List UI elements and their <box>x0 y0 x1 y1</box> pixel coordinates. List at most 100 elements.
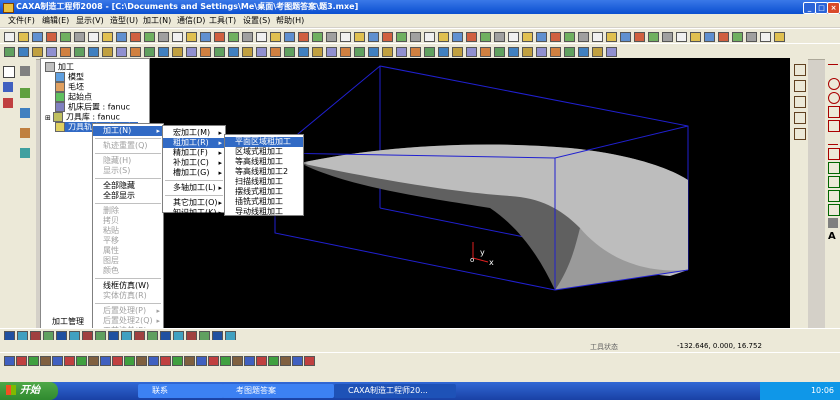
toolbar-button-icon[interactable] <box>76 356 87 366</box>
toolbar-button-icon[interactable] <box>52 356 63 366</box>
toolbar-button-icon[interactable] <box>620 32 631 42</box>
toolbar-button-icon[interactable] <box>130 47 141 57</box>
toolbar-button-icon[interactable] <box>244 356 255 366</box>
menu-communication[interactable]: 通信(D) <box>177 15 205 26</box>
toolbar-button-icon[interactable] <box>410 32 421 42</box>
toolbar-button-icon[interactable] <box>172 32 183 42</box>
toolbar-button-icon[interactable] <box>452 47 463 57</box>
toolbar-button-icon[interactable] <box>292 356 303 366</box>
toolbar-button-icon[interactable] <box>28 356 39 366</box>
tree-item-model[interactable]: 模型 <box>55 72 84 82</box>
task-contacts[interactable]: 联系 <box>138 384 224 398</box>
toolbar-button-icon[interactable] <box>424 32 435 42</box>
view-tool-icon[interactable] <box>20 66 30 76</box>
toolbar-button-icon[interactable] <box>396 32 407 42</box>
toolbar-button-icon[interactable] <box>88 32 99 42</box>
toolbar-button-icon[interactable] <box>46 32 57 42</box>
start-button[interactable]: 开始 <box>0 382 58 400</box>
toolbar-button-icon[interactable] <box>136 356 147 366</box>
menu-tools[interactable]: 工具(T) <box>209 15 236 26</box>
toolbar-button-icon[interactable] <box>438 47 449 57</box>
toolbar-button-icon[interactable] <box>130 32 141 42</box>
toolbar-button-icon[interactable] <box>16 356 27 366</box>
surface-tool-2-icon[interactable] <box>794 80 806 92</box>
menu-modeling[interactable]: 造型(U) <box>110 15 138 26</box>
menu2-item[interactable]: 槽加工(G) ▸ <box>163 168 225 178</box>
menu1-item[interactable]: 后置处理(P) ▸ <box>93 306 163 316</box>
menu1-item[interactable]: 颜色 <box>93 266 163 276</box>
menu1-item[interactable]: 后置处理2(Q) ▸ <box>93 316 163 326</box>
toolbar-button-icon[interactable] <box>732 32 743 42</box>
task-caxa[interactable]: CAXA制造工程师20... <box>334 384 456 398</box>
toolbar-button-icon[interactable] <box>424 47 435 57</box>
toolbar-button-icon[interactable] <box>760 32 771 42</box>
toolbar-button-icon[interactable] <box>634 32 645 42</box>
toolbar-button-icon[interactable] <box>592 47 603 57</box>
menu1-item[interactable]: 隐藏(H) <box>93 156 163 166</box>
extend-curve-icon[interactable] <box>828 204 840 216</box>
toolbar-button-icon[interactable] <box>208 356 219 366</box>
solid-tool-icon[interactable] <box>20 108 30 118</box>
menu3-item[interactable]: 导动线粗加工 <box>225 207 303 217</box>
toolbar-button-icon[interactable] <box>200 47 211 57</box>
toolbar-button-icon[interactable] <box>256 32 267 42</box>
menu1-item[interactable]: 加工(N) ▸ <box>93 126 163 136</box>
toolbar-button-icon[interactable] <box>312 47 323 57</box>
toolbar-button-icon[interactable] <box>536 32 547 42</box>
toolbar-button-icon[interactable] <box>158 32 169 42</box>
toolbar-button-icon[interactable] <box>214 47 225 57</box>
toolbar-button-icon[interactable] <box>494 32 505 42</box>
toolbar-button-icon[interactable] <box>508 32 519 42</box>
tree-item-tool-library[interactable]: ⊞ 刀具库 : fanuc <box>45 112 120 122</box>
toolbar-button-icon[interactable] <box>508 47 519 57</box>
toolbar-button-icon[interactable] <box>228 47 239 57</box>
toolbar-button-icon[interactable] <box>522 47 533 57</box>
menu1-item[interactable]: 线框仿真(W) <box>93 281 163 291</box>
task-answers-folder[interactable]: 考图题答案 <box>222 384 334 398</box>
menu2-item[interactable]: 宏加工(M) ▸ <box>163 128 225 138</box>
toolbar-button-icon[interactable] <box>704 32 715 42</box>
tree-item-postprocessor[interactable]: 机床后置 : fanuc <box>55 102 130 112</box>
toolbar-button-icon[interactable] <box>354 32 365 42</box>
close-button[interactable]: × <box>827 2 840 14</box>
menu3-item[interactable]: 插铣式粗加工 <box>225 197 303 207</box>
menu-machining[interactable]: 加工(N) <box>143 15 171 26</box>
surface-tool-icon[interactable] <box>20 88 30 98</box>
tree-item-stock[interactable]: 毛坯 <box>55 82 84 92</box>
menu1-item[interactable]: 拷贝 <box>93 216 163 226</box>
toolbar-button-icon[interactable] <box>268 356 279 366</box>
menu1-item[interactable]: 删除 <box>93 206 163 216</box>
toolbar-button-icon[interactable] <box>40 356 51 366</box>
menu3-item[interactable]: 等高线粗加工2 <box>225 167 303 177</box>
menu1-item[interactable]: 显示(S) <box>93 166 163 176</box>
toolbar-button-icon[interactable] <box>102 32 113 42</box>
menu1-item[interactable]: 属性 <box>93 246 163 256</box>
menu-help[interactable]: 帮助(H) <box>276 15 304 26</box>
toolbar-button-icon[interactable] <box>74 47 85 57</box>
menu3-item[interactable]: 摆线式粗加工 <box>225 187 303 197</box>
toolbar-button-icon[interactable] <box>382 47 393 57</box>
mirror-icon[interactable] <box>828 218 838 228</box>
toolbar-button-icon[interactable] <box>158 47 169 57</box>
menu1-item[interactable]: 实体仿真(R) <box>93 291 163 301</box>
spline-icon[interactable] <box>828 134 838 145</box>
toolbar-button-icon[interactable] <box>564 47 575 57</box>
toolbar-button-icon[interactable] <box>228 32 239 42</box>
toolbar-button-icon[interactable] <box>480 47 491 57</box>
toolbar-button-icon[interactable] <box>676 32 687 42</box>
toolbar-button-icon[interactable] <box>354 47 365 57</box>
toolbar-button-icon[interactable] <box>32 47 43 57</box>
toolbar-button-icon[interactable] <box>60 32 71 42</box>
menu1-item[interactable]: 全部显示 <box>93 191 163 201</box>
menu2-item[interactable]: 粗加工(R) ▸ <box>163 138 225 148</box>
toolbar-button-icon[interactable] <box>718 32 729 42</box>
toolbar-button-icon[interactable] <box>64 356 75 366</box>
toolbar-button-icon[interactable] <box>232 356 243 366</box>
toolbar-button-icon[interactable] <box>466 32 477 42</box>
toolbar-button-icon[interactable] <box>522 32 533 42</box>
point-icon[interactable] <box>828 148 840 160</box>
toolbar-button-icon[interactable] <box>298 32 309 42</box>
toolbar-button-icon[interactable] <box>4 32 15 42</box>
toolbar-button-icon[interactable] <box>4 356 15 366</box>
toolbar-button-icon[interactable] <box>578 47 589 57</box>
